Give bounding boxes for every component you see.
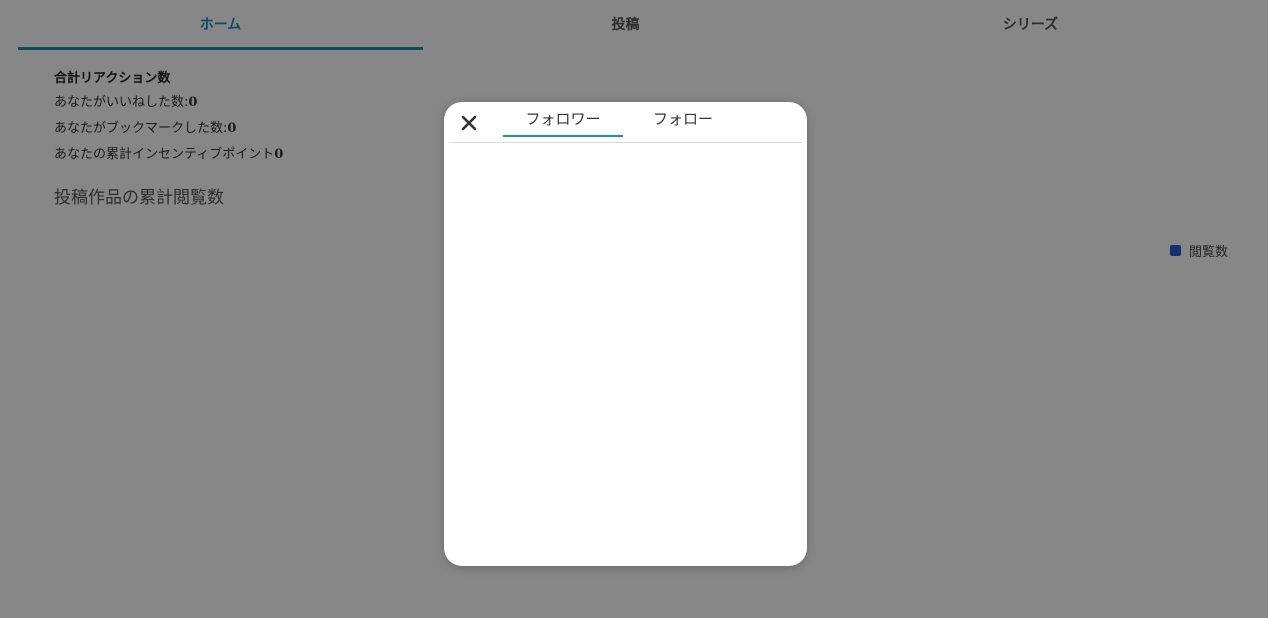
- close-icon: [461, 115, 477, 131]
- tab-following[interactable]: フォロー: [643, 108, 723, 137]
- close-button[interactable]: [458, 112, 480, 134]
- follow-modal: フォロワー フォロー: [444, 102, 807, 566]
- modal-body: [444, 143, 807, 566]
- tab-followers[interactable]: フォロワー: [503, 108, 623, 137]
- modal-header: フォロワー フォロー: [444, 102, 807, 143]
